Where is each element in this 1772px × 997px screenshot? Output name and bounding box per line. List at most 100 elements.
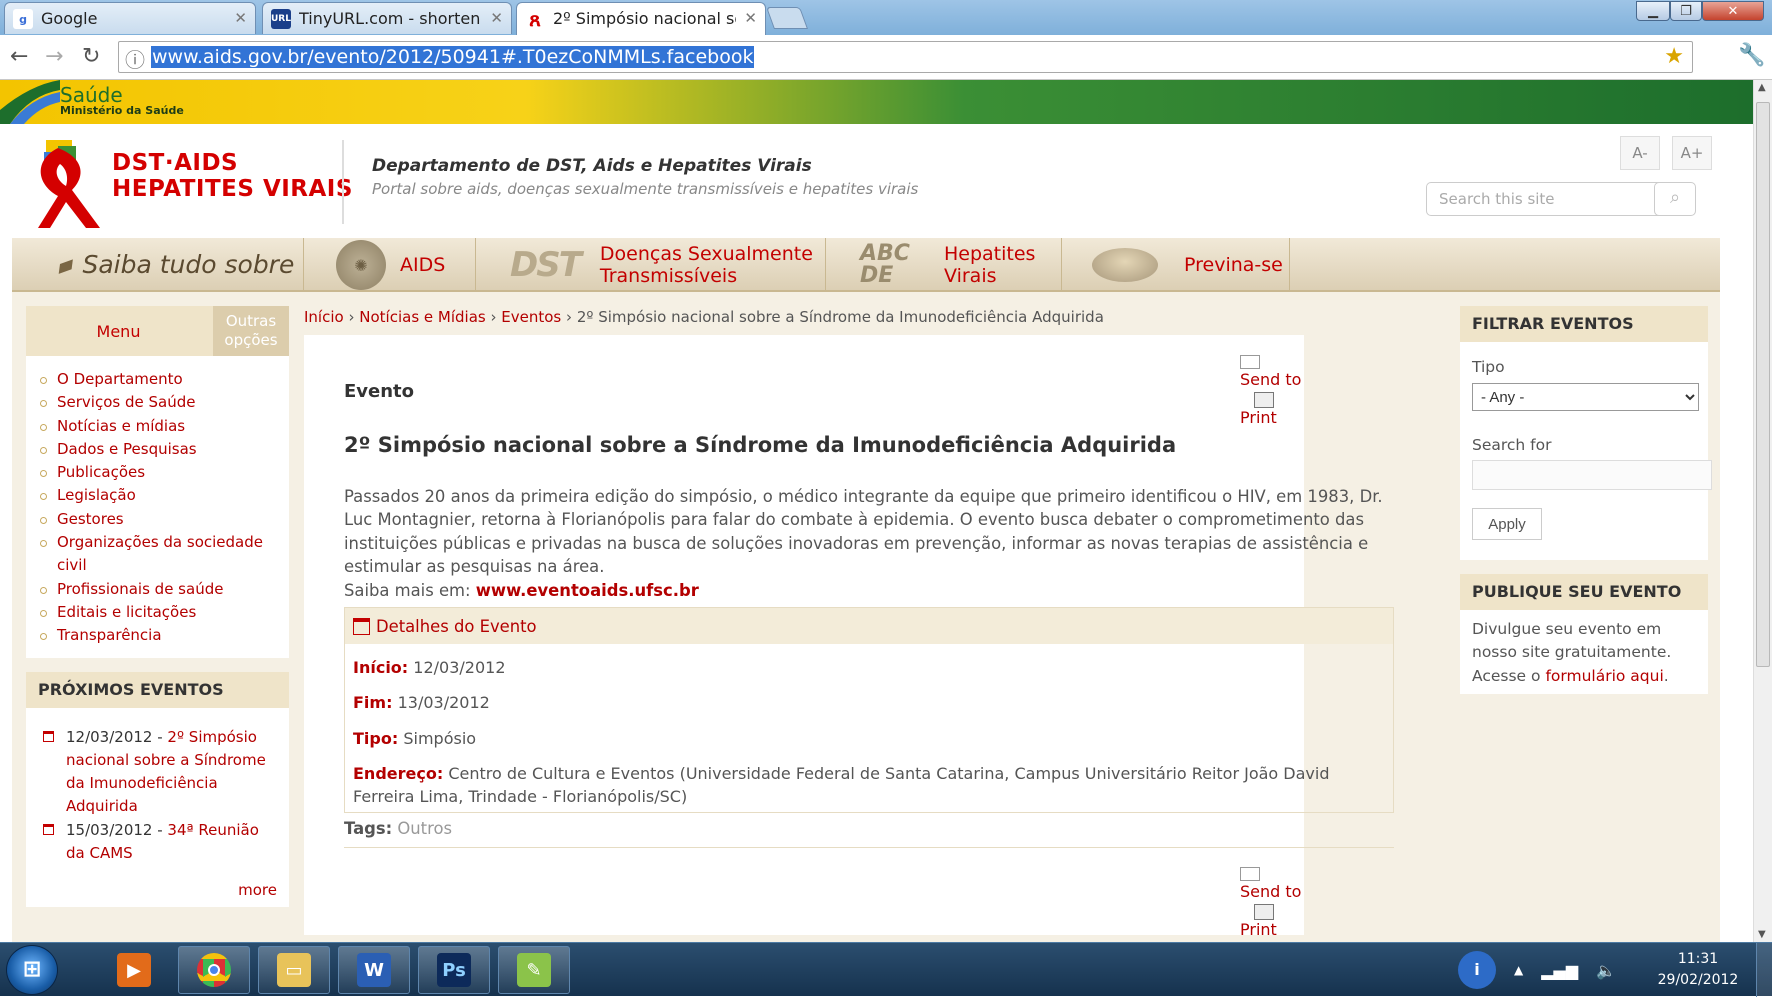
menu-item-transparencia[interactable]: Transparência [40, 624, 289, 647]
event-description: Passados 20 anos da primeira edição do s… [344, 487, 1383, 576]
taskbar-photoshop[interactable]: Ps [418, 946, 490, 994]
taskbar-explorer[interactable]: ▭ [258, 946, 330, 994]
breadcrumb-noticias[interactable]: Notícias e Mídias [359, 308, 485, 326]
tab-tinyurl[interactable]: URL TinyURL.com - shorten that ✕ [262, 2, 512, 34]
show-hidden-icons[interactable]: ▲ [1514, 963, 1523, 977]
menu-item-profissionais[interactable]: Profissionais de saúde [40, 578, 289, 601]
site-logo-text[interactable]: DST·AIDS HEPATITES VIRAIS [112, 150, 353, 202]
close-tab-icon[interactable]: ✕ [234, 9, 247, 27]
mail-icon[interactable] [1240, 866, 1260, 881]
start-button[interactable]: ⊞ [6, 945, 58, 995]
wrench-menu-icon[interactable]: 🔧 [1738, 43, 1765, 68]
menu-item-publicacoes[interactable]: Publicações [40, 461, 289, 484]
taskbar-app[interactable]: ✎ [498, 946, 570, 994]
nav-previna[interactable]: Previna-se [1066, 238, 1290, 292]
tag-link[interactable]: Outros [397, 819, 452, 838]
show-desktop-button[interactable] [1756, 943, 1772, 997]
clock[interactable]: 11:31 29/02/2012 [1648, 949, 1748, 991]
book-icon: ▰ [51, 248, 79, 282]
filter-events-title: FILTRAR EVENTOS [1460, 306, 1708, 342]
page-scrollbar[interactable]: ▲ ▼ [1753, 80, 1772, 942]
right-sidebar: FILTRAR EVENTOS Tipo - Any - Search for … [1460, 306, 1712, 708]
actions-bottom: Send to Print [1240, 863, 1304, 939]
menu-item-legislacao[interactable]: Legislação [40, 484, 289, 507]
menu-item-editais[interactable]: Editais e licitações [40, 601, 289, 624]
page-info-icon[interactable]: ⓘ [125, 44, 145, 73]
menu-header: Menu Outras opções [26, 306, 289, 356]
volume-icon[interactable]: 🔈 [1596, 961, 1616, 980]
breadcrumb: Início › Notícias e Mídias › Eventos › 2… [304, 308, 1104, 326]
folder-icon: ▭ [277, 953, 311, 987]
menu-tab[interactable]: Menu [26, 306, 211, 356]
new-tab-button[interactable] [765, 7, 809, 29]
breadcrumb-inicio[interactable]: Início [304, 308, 344, 326]
taskbar-word[interactable]: W [338, 946, 410, 994]
breadcrumb-eventos[interactable]: Eventos [501, 308, 561, 326]
reload-icon[interactable]: ↻ [82, 44, 100, 69]
web-page: Saúde Ministério da Saúde DST·AIDS HEPAT… [0, 80, 1753, 942]
search-for-input[interactable] [1472, 460, 1712, 490]
font-smaller-button[interactable]: A- [1620, 136, 1660, 170]
menu-item-organizacoes[interactable]: Organizações da sociedade civil [40, 531, 289, 578]
scroll-down-icon[interactable]: ▼ [1758, 929, 1766, 940]
send-to-link[interactable]: Send to [1240, 882, 1301, 901]
printer-icon[interactable] [1254, 903, 1274, 920]
breadcrumb-current: 2º Simpósio nacional sobre a Síndrome da… [576, 308, 1104, 326]
site-search-input[interactable]: Search this site [1426, 182, 1664, 216]
menu-item-dados[interactable]: Dados e Pesquisas [40, 438, 289, 461]
taskbar-chrome[interactable] [178, 946, 250, 994]
tinyurl-icon: URL [271, 9, 291, 29]
info-icon[interactable]: i [1458, 951, 1496, 989]
network-icon[interactable]: ▂▄▆ [1541, 961, 1578, 980]
publish-event-title: PUBLIQUE SEU EVENTO [1460, 574, 1708, 610]
search-icon[interactable]: ⌕ [1654, 182, 1696, 216]
nav-aids[interactable]: ✺ AIDS [306, 238, 476, 292]
tipo-select[interactable]: - Any - [1472, 383, 1699, 411]
scroll-thumb[interactable] [1756, 102, 1770, 667]
calendar-icon [353, 617, 370, 635]
gov-bar-subtitle: Ministério da Saúde [60, 104, 184, 117]
nav-saiba[interactable]: ▰ Saiba tudo sobre [12, 238, 304, 292]
tab-simposio[interactable]: ጸ 2º Simpósio nacional sobre ✕ [516, 2, 766, 35]
scroll-up-icon[interactable]: ▲ [1758, 82, 1766, 93]
print-link[interactable]: Print [1240, 408, 1277, 427]
tab-google[interactable]: g Google ✕ [4, 2, 256, 34]
menu-item-noticias[interactable]: Notícias e mídias [40, 415, 289, 438]
aids-ribbon-icon: ጸ [529, 7, 541, 31]
close-tab-icon[interactable]: ✕ [744, 9, 757, 27]
font-larger-button[interactable]: A+ [1672, 136, 1712, 170]
form-link[interactable]: formulário aqui [1545, 667, 1663, 685]
nav-dst[interactable]: DST Doenças Sexualmente Transmissíveis [482, 238, 826, 292]
site-header: DST·AIDS HEPATITES VIRAIS Departamento d… [0, 124, 1753, 240]
event-website-link[interactable]: www.eventoaids.ufsc.br [476, 581, 699, 600]
back-icon[interactable]: ← [10, 44, 28, 69]
close-tab-icon[interactable]: ✕ [490, 9, 503, 27]
calendar-icon [43, 823, 54, 835]
more-events-link[interactable]: more [26, 865, 289, 907]
nav-hepatites[interactable]: ABC DE Hepatites Virais [830, 238, 1062, 292]
minimize-button[interactable]: ▁ [1636, 1, 1670, 21]
mail-icon[interactable] [1240, 354, 1260, 369]
maximize-button[interactable]: ❐ [1670, 1, 1702, 21]
other-options-tab[interactable]: Outras opções [213, 306, 289, 356]
url-text[interactable]: www.aids.gov.br/evento/2012/50941#.T0ezC… [151, 46, 755, 68]
apply-button[interactable]: Apply [1472, 508, 1542, 540]
google-icon: g [13, 9, 33, 29]
send-to-link[interactable]: Send to [1240, 370, 1301, 389]
taskbar-media-player[interactable]: ▶ [98, 946, 170, 994]
left-sidebar: Menu Outras opções O Departamento Serviç… [26, 306, 289, 908]
bookmark-star-icon[interactable]: ★ [1664, 44, 1684, 69]
event-details-box: Detalhes do Evento Início: 12/03/2012 Fi… [344, 607, 1394, 813]
menu-item-departamento[interactable]: O Departamento [40, 368, 289, 391]
menu-item-servicos[interactable]: Serviços de Saúde [40, 391, 289, 414]
close-window-button[interactable]: ✕ [1702, 1, 1764, 21]
print-link[interactable]: Print [1240, 920, 1277, 939]
word-icon: W [357, 953, 391, 987]
address-bar[interactable]: ⓘ www.aids.gov.br/evento/2012/50941#.T0e… [118, 41, 1693, 73]
publish-event-text: Divulgue seu evento em nosso site gratui… [1472, 620, 1672, 662]
menu-item-gestores[interactable]: Gestores [40, 508, 289, 531]
forward-icon[interactable]: → [45, 44, 63, 69]
printer-icon[interactable] [1254, 391, 1274, 408]
aids-ribbon-logo-icon[interactable] [28, 140, 108, 230]
page-body: Menu Outras opções O Departamento Serviç… [12, 292, 1720, 942]
